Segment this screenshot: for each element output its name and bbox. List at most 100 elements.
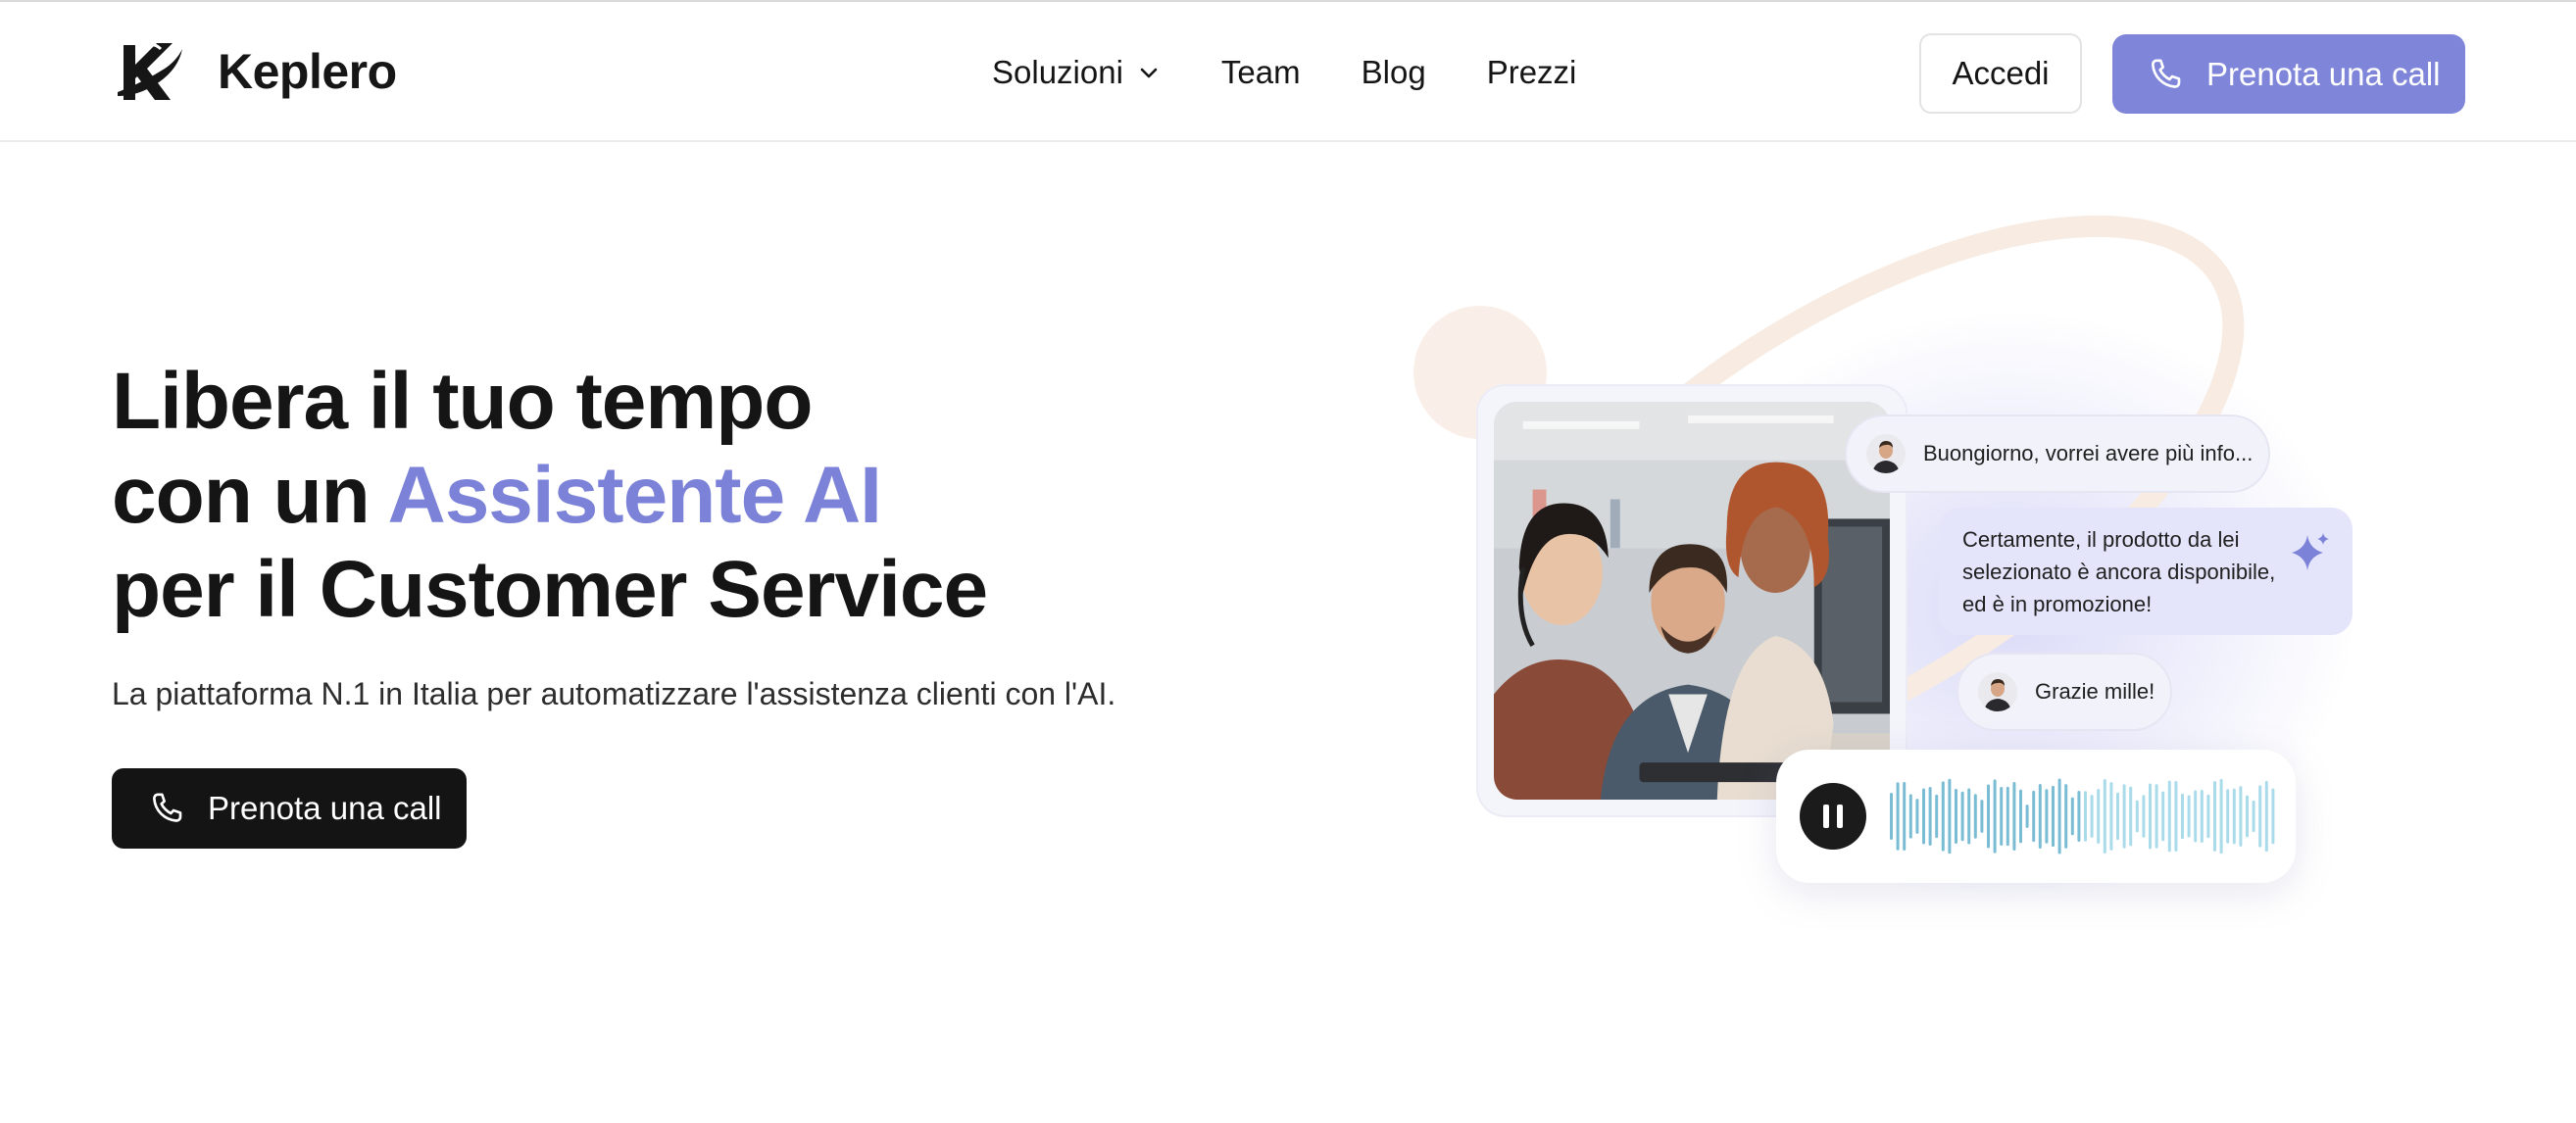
waveform-bar [1955,788,1957,845]
audio-waveform [1890,778,2275,854]
waveform-bar [2122,784,2126,849]
waveform-bar [1903,782,1907,851]
waveform-bar [2057,778,2061,854]
waveform-bar [1987,784,1990,849]
nav-item-prezzi[interactable]: Prezzi [1487,54,1577,91]
brand-name: Keplero [218,44,397,99]
waveform-bar [2213,781,2216,852]
waveform-bar [2258,785,2262,848]
chat-message-text: Certamente, il prodotto da lei seleziona… [1962,526,2276,616]
nav-item-label: Blog [1361,53,1426,90]
waveform-bar [1973,794,1977,839]
nav-item-soluzioni[interactable]: Soluzioni [992,54,1161,91]
waveform-bar [1941,781,1945,852]
waveform-bar [2090,795,2094,838]
nav-item-label: Soluzioni [992,53,1123,90]
phone-icon [152,793,182,822]
hero-subtitle: La piattaforma N.1 in Italia per automat… [112,676,1116,711]
phone-icon [2151,59,2181,88]
waveform-bar [2064,784,2068,849]
waveform-bar [2167,780,2171,853]
waveform-bar [2070,797,2074,836]
waveform-bar [1967,788,1971,845]
hero-title-line3: per il Customer Service [112,545,988,634]
waveform-bar [2032,790,2036,843]
waveform-bar [1960,791,1964,842]
logo-mark-icon [118,42,182,100]
waveform-bar [2181,793,2184,840]
waveform-bar [2194,790,2198,843]
hero-title: Libera il tuo tempo con un Assistente AI… [112,355,988,637]
chat-bubble-user: Grazie mille! [1957,653,2172,731]
nav-item-team[interactable]: Team [1221,54,1301,91]
chat-bubble-user: Buongiorno, vorrei avere più info... [1845,415,2270,493]
waveform-bar [2012,781,2016,852]
waveform-bar [2149,783,2152,850]
book-call-button-hero[interactable]: Prenota una call [112,768,467,849]
nav-item-label: Prezzi [1486,53,1577,90]
waveform-bar [2161,791,2165,842]
waveform-bar [2084,791,2087,842]
waveform-bar [1915,799,1919,834]
waveform-bar [2206,794,2210,839]
pause-icon-bar [1837,805,1843,828]
waveform-bar [2226,789,2230,844]
login-button[interactable]: Accedi [1919,33,2082,114]
waveform-bar [2239,786,2243,847]
waveform-bar [1922,788,1925,845]
nav-item-label: Team [1220,53,1301,90]
waveform-bar [2232,788,2236,845]
waveform-bar [1890,793,1893,840]
waveform-bar [1993,779,1997,854]
waveform-bar [2187,795,2191,838]
book-call-button-nav[interactable]: Prenota una call [2112,34,2465,114]
waveform-bar [2019,789,2022,844]
waveform-bar [2025,805,2029,828]
chat-message-text: Grazie mille! [2035,679,2155,704]
waveform-bar [2155,784,2158,849]
pause-icon [1823,805,1829,828]
waveform-bar [2045,789,2049,844]
waveform-bar [2038,784,2042,849]
waveform-bar [2052,785,2055,848]
waveform-bar [1980,800,1984,833]
waveform-bar [2077,790,2081,843]
waveform-bar [2109,782,2113,851]
waveform-bar [1896,782,1900,851]
pause-button[interactable] [1800,783,1866,850]
sparkle-icon [2292,533,2329,570]
chat-message-text: Buongiorno, vorrei avere più info... [1923,441,2254,465]
waveform-bar [2174,781,2178,852]
hero-title-accent: Assistente AI [387,451,881,540]
user-avatar [1866,434,1906,473]
book-call-label: Prenota una call [208,790,442,826]
book-call-label: Prenota una call [2206,55,2441,92]
waveform-bar [1928,786,1932,847]
waveform-bar [2252,800,2255,833]
waveform-bar [1948,778,1952,854]
waveform-bar [2246,795,2249,838]
hero-title-line1: Libera il tuo tempo [112,357,813,446]
waveform-bar [1908,794,1912,839]
hero-title-line2-pre: con un [112,451,388,540]
waveform-bar [2264,780,2268,853]
main-menu: Soluzioni Team Blog Prezzi [992,2,1576,142]
waveform-bar [2097,789,2101,844]
voice-player [1776,750,2296,883]
brand-logo[interactable]: Keplero [114,39,397,104]
chevron-down-icon [1140,68,1158,77]
waveform-bar [2006,786,2009,847]
top-navigation: Keplero Soluzioni Team Blog Prezzi Acced… [0,2,2576,142]
waveform-bar [2000,787,2004,846]
chat-bubble-assistant: Certamente, il prodotto da lei seleziona… [1939,508,2353,635]
hero-illustration: Buongiorno, vorrei avere più info... Cer… [1333,176,2470,980]
waveform-bar [2135,800,2139,833]
nav-item-blog[interactable]: Blog [1362,54,1426,91]
agents-photo [1494,402,1890,800]
waveform-bar [2103,779,2106,854]
waveform-bar [2219,778,2223,854]
waveform-bar [2116,792,2119,841]
waveform-bar [2142,795,2146,838]
waveform-bar [2129,786,2133,847]
waveform-bar [2200,789,2204,844]
